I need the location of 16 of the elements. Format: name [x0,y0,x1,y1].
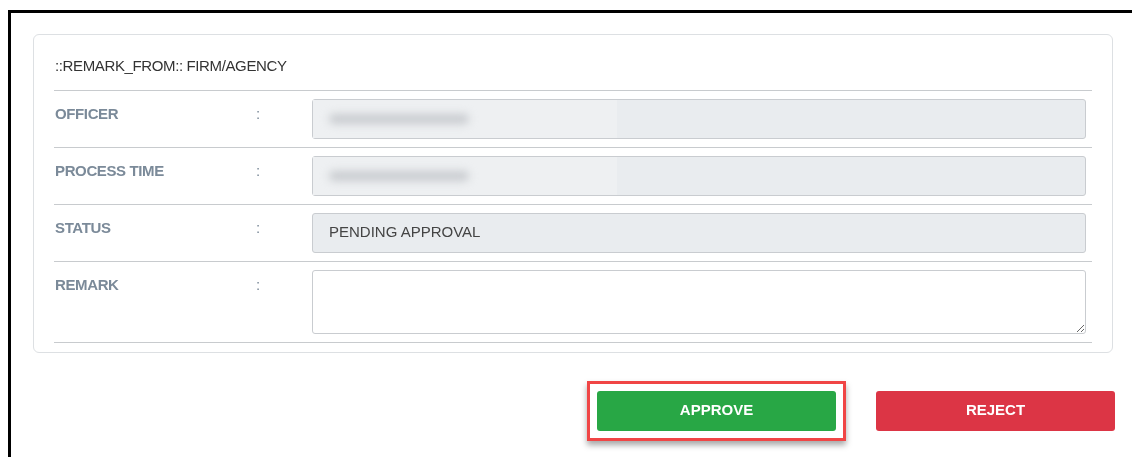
field-value: PENDING APPROVAL [328,222,482,243]
reject-button[interactable]: REJECT [876,390,1115,431]
text-field[interactable] [312,98,1086,139]
approve-button[interactable]: APPROVE [597,390,836,431]
field-label: OFFICER [54,103,120,124]
colon-separator: : [256,160,262,181]
panel-title: ::REMARK_FROM:: FIRM/AGENCY [54,56,288,76]
text-field[interactable]: PENDING APPROVAL [312,212,1086,253]
field-label: STATUS [54,217,112,238]
colon-separator: : [256,103,262,124]
colon-separator: : [256,217,262,238]
colon-separator: : [256,274,262,295]
field-label: REMARK [54,274,120,295]
remark-field[interactable] [312,269,1086,334]
field-label: PROCESS TIME [54,160,165,181]
text-field[interactable] [312,155,1086,196]
